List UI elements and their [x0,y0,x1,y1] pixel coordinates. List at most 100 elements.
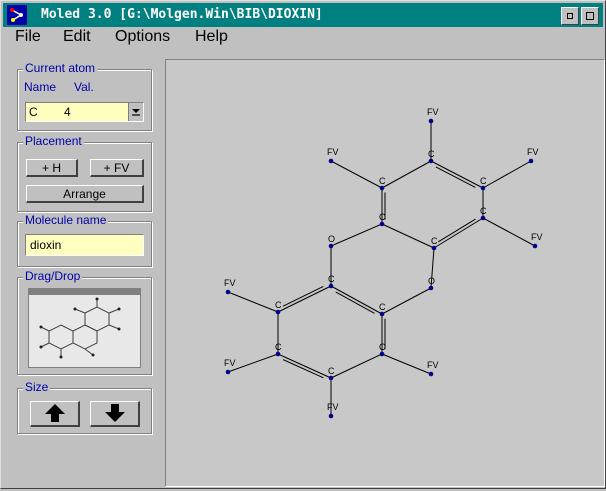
menu-bar: File Edit Options Help [3,28,603,48]
atom-dot [428,371,434,377]
atom-dot [379,311,385,317]
atom-dot [532,243,538,249]
free-valence-atom[interactable]: FV [327,402,339,419]
atom-dot [428,285,434,291]
free-valence-atom[interactable]: FV [527,147,539,164]
atom-dot [328,375,334,381]
carbon-atom[interactable]: C [275,342,282,357]
atom-dot [275,309,281,315]
atom-dot [225,289,231,295]
minimize-icon [567,13,573,19]
bond[interactable] [381,160,432,189]
drag-drop-group: Drag/Drop [17,269,152,375]
carbon-atom[interactable]: C [379,176,386,191]
menu-help[interactable]: Help [195,28,228,46]
menu-options[interactable]: Options [115,28,170,46]
atom-label: C [379,176,386,186]
molecule-name-input[interactable]: dioxin [25,234,144,256]
free-valence-atom[interactable]: FV [427,360,439,377]
bond[interactable] [277,353,332,379]
atom-label: FV [224,278,236,288]
carbon-atom[interactable]: C [379,342,386,357]
carbon-atom[interactable]: C [379,302,386,317]
atom-label: C [328,274,335,284]
molecule-name-group: Molecule name dioxin [17,213,152,267]
add-h-button[interactable]: + H [26,159,78,177]
atom-label: C [379,212,386,222]
free-valence-atom[interactable]: FV [224,278,236,295]
bond[interactable] [381,223,435,249]
atom-label: FV [327,147,339,157]
current-atom-group: Current atom Name Val. C 4 [17,61,152,131]
atom-select[interactable]: C 4 [25,102,144,122]
free-valence-atom[interactable]: FV [224,358,236,375]
add-fv-button[interactable]: + FV [90,159,144,177]
free-valence-atom[interactable]: FV [327,147,339,164]
atom-dot [480,215,486,221]
carbon-atom[interactable]: C [275,300,282,315]
atom-label: C [431,236,438,246]
atom-dot [428,118,434,124]
carbon-atom[interactable]: C [328,274,335,289]
oxygen-atom[interactable]: O [428,276,435,291]
arrange-button[interactable]: Arrange [26,185,144,203]
carbon-atom[interactable]: C [431,236,438,251]
free-valence-atom[interactable]: FV [531,232,543,249]
molecule-canvas[interactable]: FV C C FV C C FV C C FV O O C C FV C C FV C C FV FV [165,59,605,487]
atom-dot [275,351,281,357]
menu-edit[interactable]: Edit [63,28,91,46]
bond[interactable] [330,223,383,247]
atom-dot [428,158,434,164]
size-title: Size [23,380,51,394]
bond[interactable] [381,287,432,315]
atom-dot [379,221,385,227]
arrow-up-icon [44,404,65,422]
maximize-button[interactable] [581,7,599,25]
carbon-atom[interactable]: C [328,366,335,381]
title-bar[interactable]: Moled 3.0 [G:\Molgen.Win\BIB\DIOXIN] [3,3,603,27]
atom-label: C [428,149,435,159]
atom-label: FV [427,360,439,370]
atom-label: O [328,234,335,244]
atom-dot [328,243,334,249]
atom-label: C [480,206,487,216]
minimize-button[interactable] [561,7,579,25]
app-icon[interactable] [7,5,27,25]
atom-label: C [275,342,282,352]
bond[interactable] [227,291,279,313]
oxygen-atom[interactable]: O [328,234,335,249]
current-atom-title: Current atom [23,61,98,75]
molecule-name-title: Molecule name [23,213,109,227]
atom-dot [528,158,534,164]
bond[interactable] [330,285,383,315]
bond[interactable] [482,217,536,247]
bond[interactable] [482,160,532,189]
size-decrease-button[interactable] [90,401,140,427]
atom-select-dropdown-button[interactable] [128,103,143,121]
bond[interactable] [330,353,383,379]
maximize-icon [586,12,594,20]
atom-dot [225,369,231,375]
atom-label: C [379,302,386,312]
bond[interactable] [381,353,432,375]
bond[interactable] [330,160,383,189]
menu-file[interactable]: File [15,28,41,46]
atom-label: FV [527,147,539,157]
atom-dot [379,351,385,357]
atom-select-name: C [29,105,38,119]
molecule-thumbnail-icon [39,297,121,359]
atom-dot [328,413,334,419]
bond[interactable] [433,217,484,249]
molecule-drawing[interactable]: FV C C FV C C FV C C FV O O C C FV C C FV C C FV FV [166,60,604,486]
carbon-atom[interactable]: C [480,206,487,221]
drag-drop-preview[interactable] [28,288,141,368]
atom-label: C [328,366,335,376]
size-increase-button[interactable] [30,401,80,427]
carbon-atom[interactable]: C [379,212,386,227]
bond[interactable] [277,285,332,313]
free-valence-atom[interactable]: FV [427,107,439,124]
carbon-atom[interactable]: C [428,149,435,164]
bond[interactable] [430,160,484,189]
atom-label: FV [327,402,339,412]
carbon-atom[interactable]: C [480,176,487,191]
